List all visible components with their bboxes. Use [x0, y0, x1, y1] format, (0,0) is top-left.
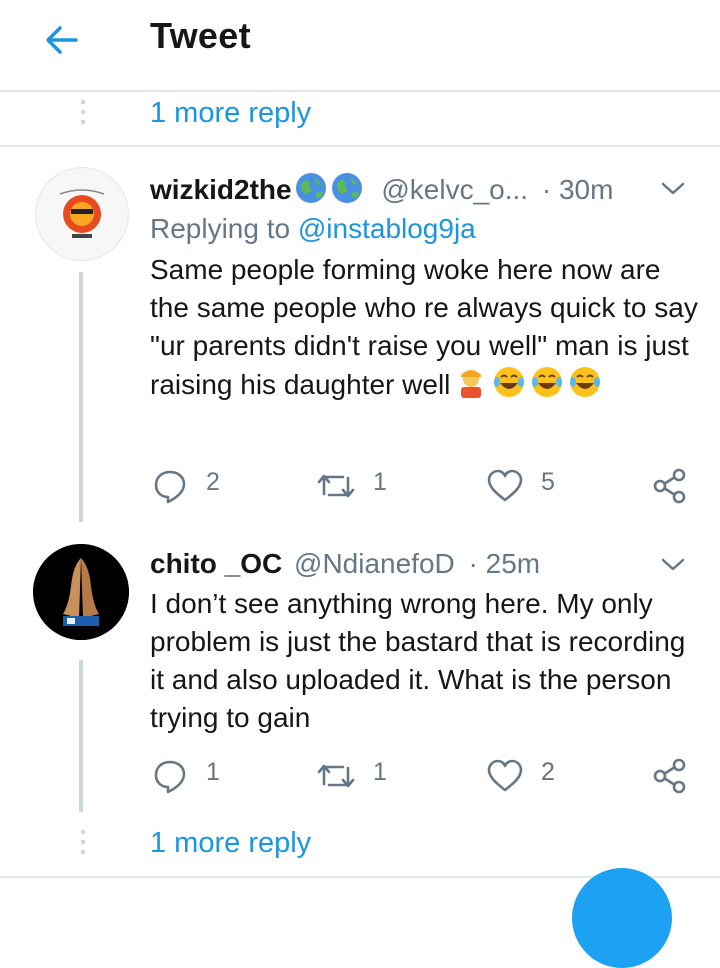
arrow-left-icon[interactable] [42, 20, 82, 60]
retweet-icon [317, 474, 355, 498]
thread-line [79, 660, 83, 812]
reply-count: 2 [206, 468, 220, 496]
tweet-header: wizkid2the @kelvc_o... · 30m [150, 171, 613, 212]
avatar-image [36, 168, 128, 260]
user-handle[interactable]: @kelvc_o... [381, 174, 528, 205]
share-button[interactable] [652, 468, 688, 504]
user-handle[interactable]: @NdianefoD [294, 548, 455, 579]
retweet-count: 1 [373, 758, 387, 786]
tears-of-joy-emoji [530, 365, 564, 409]
thread-dots [81, 830, 85, 860]
retweet-button[interactable]: 1 [316, 758, 396, 794]
display-name[interactable]: wizkid2the [150, 174, 292, 205]
tweet-header: chito _OC @NdianefoD · 25m [150, 548, 540, 580]
reply-icon [154, 470, 186, 504]
share-button[interactable] [652, 758, 688, 794]
timestamp: · 30m [541, 174, 614, 205]
more-reply-link[interactable]: 1 more reply [150, 97, 311, 130]
tears-of-joy-emoji [568, 365, 602, 409]
globe-icon [330, 171, 364, 212]
avatar[interactable] [33, 544, 129, 640]
like-count: 2 [541, 758, 555, 786]
reply-button[interactable]: 2 [152, 468, 232, 504]
tweet-text: Same people forming woke here now are th… [150, 251, 705, 409]
avatar[interactable] [35, 167, 129, 261]
thread-dots [81, 100, 85, 130]
praying-hands-avatar [33, 544, 129, 640]
reply-icon [154, 760, 186, 794]
reply-count: 1 [206, 758, 220, 786]
timestamp: · 25m [468, 548, 541, 579]
share-icon [653, 468, 686, 504]
divider [0, 145, 720, 147]
more-reply-link[interactable]: 1 more reply [150, 827, 311, 860]
tweet-text: I don’t see anything wrong here. My only… [150, 588, 686, 733]
display-name[interactable]: chito _OC [150, 548, 282, 579]
tweet-text-content: Same people forming woke here now are th… [150, 254, 698, 400]
heart-icon [487, 759, 523, 792]
globe-icon [294, 171, 328, 212]
page-title: Tweet [150, 15, 251, 56]
reply-button[interactable]: 1 [152, 758, 232, 794]
compose-fab-button[interactable] [572, 868, 672, 968]
replying-to: Replying to @instablog9ja [150, 213, 476, 245]
like-button[interactable]: 2 [486, 758, 566, 794]
thread-line [79, 272, 83, 522]
like-count: 5 [541, 468, 555, 496]
chevron-down-icon[interactable] [660, 556, 686, 574]
replying-label: Replying to [150, 213, 291, 244]
retweet-button[interactable]: 1 [316, 468, 396, 504]
share-icon [653, 758, 686, 794]
tears-of-joy-emoji [492, 365, 526, 409]
chevron-down-icon[interactable] [660, 180, 686, 198]
retweet-count: 1 [373, 468, 387, 496]
heart-icon [487, 469, 523, 502]
retweet-icon [317, 764, 355, 788]
person-with-hat-emoji [454, 365, 488, 409]
replying-handle[interactable]: @instablog9ja [298, 213, 476, 244]
top-bar: Tweet [0, 0, 720, 92]
like-button[interactable]: 5 [486, 468, 566, 504]
